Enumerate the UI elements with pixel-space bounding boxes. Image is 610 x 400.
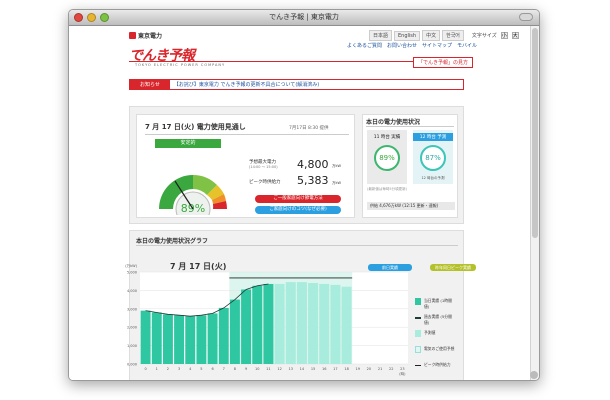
x-tick-label: 17	[333, 367, 337, 371]
chart-legend: 当日実績 (1時間値) 過去実績 (5分間値) 予測値 電気のご使用予想 ピーク…	[415, 297, 457, 377]
bar-actual	[263, 283, 274, 364]
x-tick-label: 23	[400, 367, 404, 371]
vertical-scrollbar[interactable]	[530, 26, 539, 380]
x-tick-label: 12	[277, 367, 281, 371]
x-axis-label: (時)	[399, 371, 406, 376]
bar-forecast	[308, 283, 319, 364]
bar-forecast	[285, 282, 296, 364]
x-tick-label: 2	[167, 367, 169, 371]
x-tick-label: 13	[289, 367, 293, 371]
x-tick-label: 11	[266, 367, 270, 371]
bar-actual	[252, 285, 263, 364]
toolbar-toggle-button[interactable]	[519, 13, 533, 21]
x-tick-label: 7	[223, 367, 225, 371]
legend-forecast: 予測値	[415, 329, 457, 345]
x-tick-label: 1	[156, 367, 158, 371]
x-tick-label: 5	[200, 367, 202, 371]
y-tick-label: 5,000	[127, 271, 137, 275]
legend-expected: 電気のご使用予想	[415, 345, 457, 361]
x-tick-label: 15	[311, 367, 315, 371]
x-tick-label: 21	[378, 367, 382, 371]
x-tick-label: 9	[245, 367, 247, 371]
bar-actual	[162, 314, 173, 364]
usage-chart: 0,0001,0002,0003,0004,0005,0000 1 2 3 4 5 6 7 8 9…	[125, 264, 408, 376]
bar-actual	[185, 316, 196, 364]
x-tick-label: 3	[178, 367, 180, 371]
bar-actual	[174, 315, 185, 364]
y-tick-label: 3,000	[127, 307, 137, 311]
x-tick-label: 18	[344, 367, 348, 371]
bar-forecast	[274, 283, 285, 364]
bar-forecast	[296, 282, 307, 364]
y-tick-label: 2,000	[127, 326, 137, 330]
x-tick-label: 6	[211, 367, 213, 371]
window-title: でんき予報 | 東京電力	[269, 13, 339, 21]
bar-forecast	[341, 286, 352, 364]
x-tick-label: 8	[234, 367, 236, 371]
x-tick-label: 16	[322, 367, 326, 371]
page-content: 日本語 English 中文 한국어 文字サイズ 小 大 東京電力 よくあるご質…	[69, 26, 530, 380]
x-tick-label: 19	[356, 367, 360, 371]
x-tick-label: 22	[389, 367, 393, 371]
bar-actual	[229, 299, 240, 364]
legend-supply-label: ピーク時供給力	[424, 362, 451, 367]
legend-past: 過去実績 (5分間値)	[415, 313, 457, 329]
bar-forecast	[330, 284, 341, 364]
bar-actual	[196, 315, 207, 364]
legend-supply: ピーク時供給力	[415, 361, 457, 377]
bar-actual	[218, 307, 229, 364]
bar-actual	[151, 312, 162, 364]
legend-actual: 当日実績 (1時間値)	[415, 297, 457, 313]
legend-forecast-label: 予測値	[424, 330, 436, 335]
x-tick-label: 4	[189, 367, 192, 371]
bar-actual	[140, 310, 151, 364]
y-tick-label: 1,000	[127, 344, 137, 348]
y-tick-label: 4,000	[127, 289, 137, 293]
y-axis-label: (万kW)	[125, 264, 137, 268]
x-tick-label: 14	[300, 367, 305, 371]
scrollbar-thumb[interactable]	[532, 28, 538, 238]
x-tick-label: 0	[144, 367, 146, 371]
browser-window: でんき予報 | 東京電力 日本語 English 中文 한국어 文字サイズ 小 …	[68, 9, 540, 381]
resize-handle[interactable]	[530, 371, 538, 379]
bar-actual	[207, 313, 218, 364]
bar-forecast	[319, 283, 330, 364]
x-tick-label: 20	[367, 367, 371, 371]
bar-actual	[241, 289, 252, 364]
legend-actual-label: 当日実績 (1時間値)	[424, 298, 452, 309]
legend-past-label: 過去実績 (5分間値)	[424, 314, 452, 325]
legend-expected-label: 電気のご使用予想	[424, 346, 455, 351]
y-tick-label: 0,000	[127, 363, 137, 367]
x-tick-label: 10	[255, 367, 259, 371]
title-bar: でんき予報 | 東京電力	[69, 10, 539, 26]
